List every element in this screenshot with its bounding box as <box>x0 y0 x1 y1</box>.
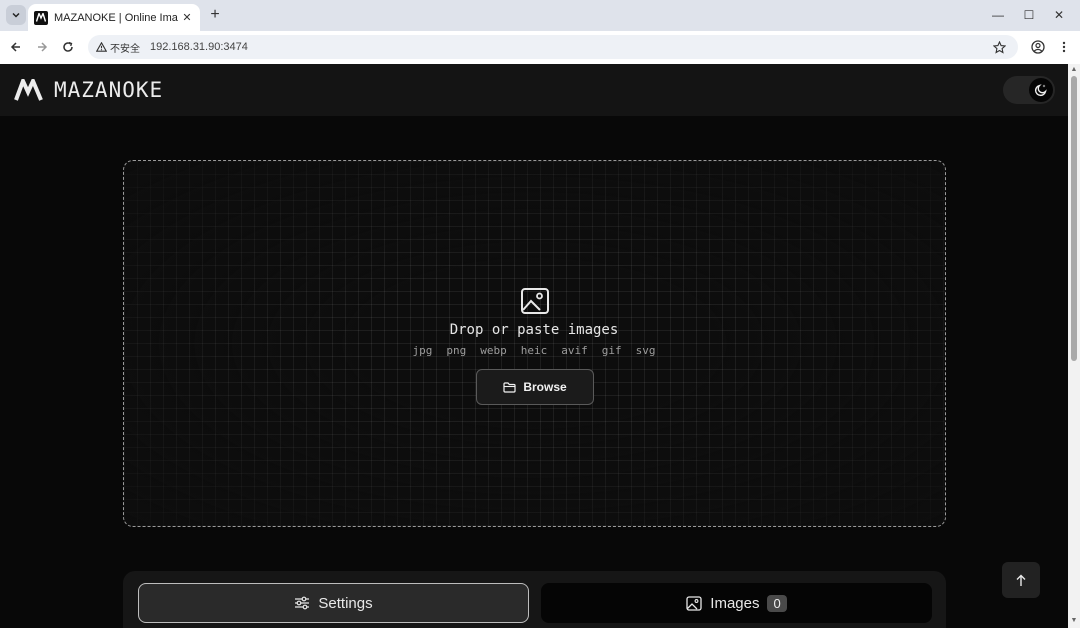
images-count-badge: 0 <box>767 594 787 612</box>
arrow-right-icon <box>38 42 48 52</box>
format-label: webp <box>480 344 507 357</box>
star-icon <box>992 40 1006 54</box>
folder-icon <box>503 381 516 393</box>
forward-button[interactable] <box>32 37 52 57</box>
format-label: heic <box>520 344 548 357</box>
address-bar[interactable]: 不安全 192.168.31.90:3474 <box>88 35 1018 59</box>
images-label: Images <box>710 594 760 612</box>
arrow-left-icon <box>10 42 20 52</box>
more-vertical-icon <box>1062 41 1066 53</box>
maximize-button[interactable]: ☐ <box>1020 6 1038 24</box>
page-scrollbar[interactable]: ▲ ▼ <box>1068 64 1080 628</box>
reload-button[interactable] <box>58 37 78 57</box>
scroll-down-arrow-icon[interactable]: ▼ <box>1070 617 1078 625</box>
settings-tab-button[interactable]: Settings <box>138 583 529 623</box>
theme-toggle-knob <box>1029 78 1053 102</box>
close-window-button[interactable]: ✕ <box>1050 6 1068 24</box>
security-chip[interactable]: 不安全 <box>96 40 150 55</box>
format-label: jpg <box>412 344 433 357</box>
security-label: 不安全 <box>110 43 140 55</box>
settings-label: Settings <box>318 594 373 612</box>
app-viewport: MAZANOKE Drop or paste images jpg png we… <box>0 64 1068 628</box>
profile-icon <box>1031 40 1045 54</box>
browser-toolbar: 不安全 192.168.31.90:3474 <box>0 31 1080 62</box>
moon-icon <box>1034 84 1047 97</box>
url-text: 192.168.31.90:3474 <box>150 41 248 53</box>
chevron-down-icon <box>12 12 20 18</box>
mazanoke-logo-icon <box>14 79 43 101</box>
browser-menu-button[interactable] <box>1054 37 1074 57</box>
format-label: png <box>446 344 467 357</box>
mazanoke-favicon-icon <box>34 10 48 25</box>
logo-text: MAZANOKE <box>54 78 164 102</box>
browse-label: Browse <box>523 380 567 394</box>
scroll-to-top-button[interactable] <box>1002 562 1040 598</box>
profile-button[interactable] <box>1028 37 1048 57</box>
bottom-panel: Settings Images 0 <box>123 571 946 628</box>
browse-button[interactable]: Browse <box>476 369 594 405</box>
format-label: svg <box>635 344 656 357</box>
close-tab-icon[interactable]: ✕ <box>180 11 194 24</box>
logo[interactable]: MAZANOKE <box>14 78 163 102</box>
tab-title: MAZANOKE | Online Image Converter <box>54 11 178 24</box>
tab-search-button[interactable] <box>6 5 26 25</box>
image-icon <box>686 595 702 611</box>
dropzone-title: Drop or paste images <box>449 322 619 338</box>
format-label: gif <box>601 344 622 357</box>
back-button[interactable] <box>6 37 26 57</box>
sliders-icon <box>295 596 310 610</box>
scroll-up-arrow-icon[interactable]: ▲ <box>1070 66 1078 74</box>
minimize-button[interactable]: — <box>989 6 1007 24</box>
bookmark-button[interactable] <box>990 38 1008 56</box>
app-header: MAZANOKE <box>0 64 1068 116</box>
reload-icon <box>63 41 73 52</box>
browser-tabstrip: MAZANOKE | Online Image Converter ✕ + — … <box>0 0 1080 31</box>
arrow-up-icon <box>1016 574 1026 586</box>
new-tab-button[interactable]: + <box>206 6 224 24</box>
theme-toggle[interactable] <box>1003 76 1055 104</box>
scrollbar-thumb[interactable] <box>1071 76 1077 361</box>
images-tab-button[interactable]: Images 0 <box>541 583 932 623</box>
format-label: avif <box>561 344 588 357</box>
image-icon <box>521 288 549 314</box>
supported-formats: jpg png webp heic avif gif svg <box>124 344 944 357</box>
image-dropzone[interactable]: Drop or paste images jpg png webp heic a… <box>123 160 946 527</box>
warning-icon <box>96 42 107 52</box>
browser-tab[interactable]: MAZANOKE | Online Image Converter ✕ <box>28 4 200 31</box>
